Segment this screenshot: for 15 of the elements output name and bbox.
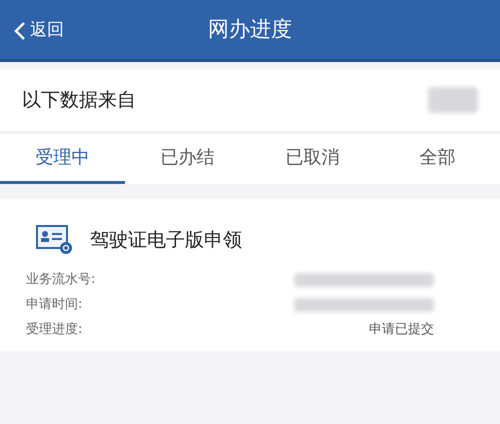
field-label: 业务流水号:	[26, 270, 96, 289]
field-label: 申请时间:	[26, 296, 82, 314]
page-title: 网办进度	[208, 16, 292, 43]
tab[interactable]: 已办结	[125, 134, 250, 184]
blurred-value	[428, 87, 478, 113]
tab[interactable]: 已取消	[250, 134, 375, 184]
back-button[interactable]: 返回	[14, 18, 64, 44]
back-icon	[14, 20, 26, 41]
tab[interactable]: 全部	[375, 134, 500, 184]
source-label: 以下数据来自	[22, 88, 136, 113]
field-value: 申请已提交	[369, 320, 434, 339]
card-title: 驾驶证电子版申领	[90, 228, 242, 253]
field-label: 受理进度:	[26, 320, 82, 339]
tab[interactable]: 受理中	[0, 134, 125, 184]
id-card-icon	[36, 225, 74, 255]
